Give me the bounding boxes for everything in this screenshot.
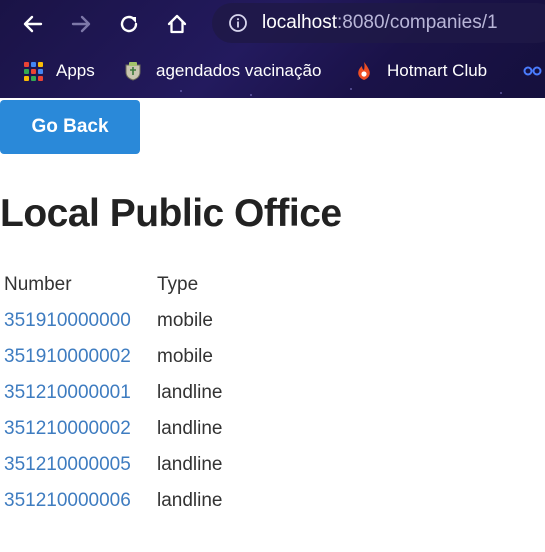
bookmark-favicon-icon [522, 60, 544, 82]
url-path: :8080/companies/1 [337, 12, 498, 33]
table-header-row: Number Type [4, 267, 223, 303]
table-row: 351210000002 landline [4, 411, 223, 447]
phone-type: mobile [157, 310, 213, 331]
phone-type: landline [157, 418, 223, 439]
table-row: 351210000006 landline [4, 483, 223, 519]
phone-type: landline [157, 454, 223, 475]
bookmark-label: Hotmart Club [387, 61, 488, 80]
table-row: 351910000002 mobile [4, 339, 223, 375]
arrow-right-icon [71, 15, 91, 33]
bookmark-partial[interactable] [522, 54, 545, 88]
vaccine-crest-icon [122, 60, 144, 82]
home-icon [167, 14, 187, 34]
forward-button[interactable] [65, 8, 97, 40]
background-star [180, 90, 182, 92]
phone-number-link[interactable]: 351910000000 [4, 310, 131, 331]
go-back-button[interactable]: Go Back [0, 100, 140, 154]
phone-number-link[interactable]: 351910000002 [4, 346, 131, 367]
hotmart-flame-icon [353, 60, 375, 82]
arrow-left-icon [23, 15, 43, 33]
bookmark-apps[interactable]: Apps [22, 54, 95, 88]
phone-number-link[interactable]: 351210000006 [4, 490, 131, 511]
back-button[interactable] [17, 8, 49, 40]
bookmark-agendados-vacinacao[interactable]: agendados vacinação [122, 54, 321, 88]
phone-number-link[interactable]: 351210000001 [4, 382, 131, 403]
bookmark-hotmart-club[interactable]: Hotmart Club [353, 54, 487, 88]
background-star [350, 88, 352, 90]
column-header-number: Number [4, 274, 72, 295]
url-text[interactable]: localhost:8080/companies/1 [262, 12, 498, 34]
phone-type: landline [157, 490, 223, 511]
address-bar[interactable]: localhost:8080/companies/1 [212, 3, 545, 43]
bookmarks-bar: Apps agendados vacinação Hotmart Club [0, 54, 545, 88]
phone-numbers-table: Number Type 351910000000 mobile 35191000… [4, 267, 223, 519]
reload-icon [120, 15, 138, 33]
background-star [250, 94, 252, 96]
phone-type: mobile [157, 346, 213, 367]
phone-type: landline [157, 382, 223, 403]
table-row: 351210000005 landline [4, 447, 223, 483]
column-header-type: Type [157, 274, 199, 295]
background-star [500, 92, 502, 94]
phone-number-link[interactable]: 351210000005 [4, 454, 131, 475]
table-row: 351210000001 landline [4, 375, 223, 411]
phone-number-link[interactable]: 351210000002 [4, 418, 131, 439]
table-row: 351910000000 mobile [4, 303, 223, 339]
bookmark-label: agendados vacinação [156, 61, 322, 80]
home-button[interactable] [161, 8, 193, 40]
browser-chrome: localhost:8080/companies/1 Apps agendado… [0, 0, 545, 98]
reload-button[interactable] [113, 8, 145, 40]
url-host: localhost [262, 12, 337, 33]
info-icon[interactable] [228, 13, 248, 33]
page-title: Local Public Office [0, 192, 342, 235]
bookmark-label: Apps [56, 61, 95, 80]
apps-grid-icon [22, 60, 44, 82]
